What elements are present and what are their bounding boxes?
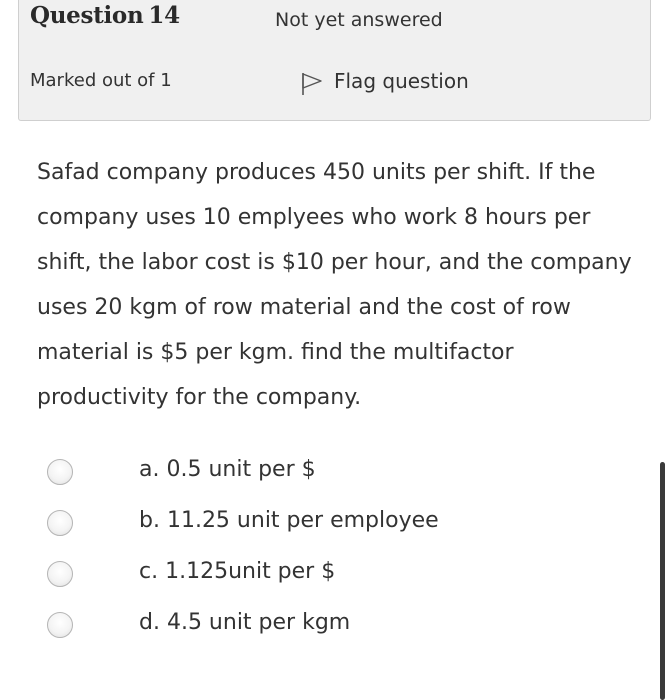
question-label: Question (30, 2, 144, 29)
question-line: Safad company produces 450 units per shi… (37, 160, 596, 185)
scrollbar[interactable] (660, 462, 665, 700)
question-line: company uses 10 emplyees who work 8 hour… (37, 205, 591, 230)
answer-options: a. 0.5 unit per $ b. 11.25 unit per empl… (44, 446, 644, 650)
question-line: productivity for the company. (37, 385, 362, 410)
question-line: material is $5 per kgm. find the multifa… (37, 340, 514, 365)
answer-option-b[interactable]: b. 11.25 unit per employee (44, 497, 644, 548)
radio-icon[interactable] (47, 612, 73, 638)
flag-question-label: Flag question (334, 69, 469, 93)
question-line: uses 20 kgm of row material and the cost… (37, 295, 571, 320)
question-number: 14 (148, 2, 180, 29)
answer-option-a[interactable]: a. 0.5 unit per $ (44, 446, 644, 497)
radio-icon[interactable] (47, 459, 73, 485)
answer-option-c[interactable]: c. 1.125unit per $ (44, 548, 644, 599)
flag-question-button[interactable]: Flag question (299, 66, 469, 96)
flag-icon (302, 73, 322, 95)
answer-label[interactable]: d. 4.5 unit per kgm (139, 610, 350, 635)
question-line: shift, the labor cost is $10 per hour, a… (37, 250, 632, 275)
answer-option-d[interactable]: d. 4.5 unit per kgm (44, 599, 644, 650)
answer-status: Not yet answered (275, 9, 443, 31)
question-info-box: Question 14 Not yet answered Marked out o… (18, 0, 651, 121)
answer-label[interactable]: c. 1.125unit per $ (139, 559, 335, 584)
answer-label[interactable]: b. 11.25 unit per employee (139, 508, 439, 533)
question-text: Safad company produces 450 units per shi… (37, 150, 647, 420)
answer-label[interactable]: a. 0.5 unit per $ (139, 457, 316, 482)
radio-icon[interactable] (47, 561, 73, 587)
question-title: Question 14 (30, 2, 180, 29)
radio-icon[interactable] (47, 510, 73, 536)
marks-text: Marked out of 1 (30, 70, 172, 91)
